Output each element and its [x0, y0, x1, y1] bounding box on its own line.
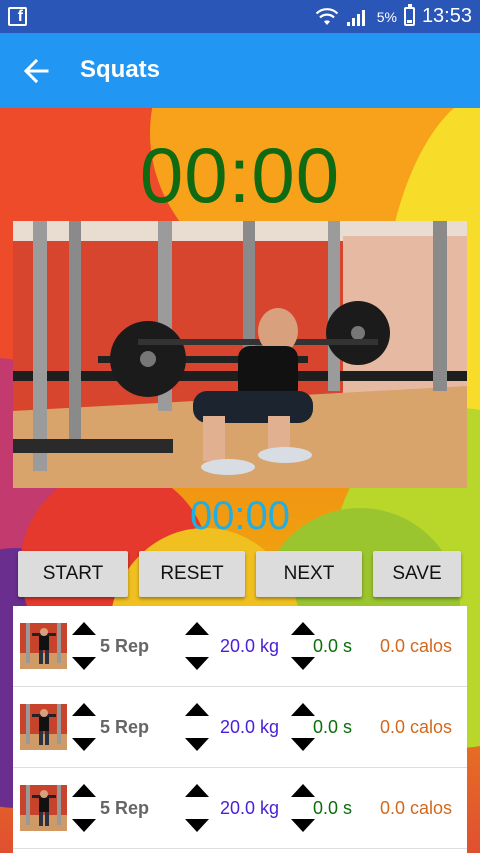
increase-reps-icon[interactable] [72, 622, 96, 635]
clock: 13:53 [421, 5, 472, 27]
decrease-reps-icon[interactable] [72, 657, 96, 670]
reset-button[interactable]: RESET [139, 551, 245, 597]
reps-value: 5 Rep [100, 636, 150, 656]
calories-value: 0.0 calos [380, 798, 453, 818]
page-title: Squats [80, 56, 161, 83]
decrease-duration-icon[interactable] [291, 738, 315, 751]
increase-duration-icon[interactable] [291, 703, 315, 716]
increase-weight-icon[interactable] [185, 622, 209, 635]
increase-duration-icon[interactable] [291, 622, 315, 635]
duration-value: 0.0 s [313, 717, 353, 737]
main-timer: 00:00 [139, 131, 341, 219]
weight-value: 20.0 kg [220, 636, 280, 656]
reps-value: 5 Rep [100, 798, 150, 818]
status-indicators: 5% 13:53 [315, 0, 472, 33]
weight-stepper[interactable] [185, 703, 209, 751]
duration-value: 0.0 s [313, 798, 353, 818]
battery-percent: 5% [376, 8, 397, 25]
status-bar: f 5% 13:53 [0, 0, 480, 33]
save-button[interactable]: SAVE [373, 551, 461, 597]
decrease-duration-icon[interactable] [291, 657, 315, 670]
list-item: 5 Rep 20.0 kg 0.0 s 0.0 calos [13, 768, 467, 849]
decrease-duration-icon[interactable] [291, 819, 315, 832]
weight-value: 20.0 kg [220, 798, 280, 818]
list-item: 5 Rep 20.0 kg 0.0 s 0.0 calos [13, 687, 467, 768]
reps-stepper[interactable] [72, 784, 96, 832]
wifi-icon [315, 7, 338, 25]
app-bar: Squats [0, 33, 480, 108]
weight-stepper[interactable] [185, 622, 209, 670]
signal-icon [346, 9, 365, 26]
calories-value: 0.0 calos [380, 636, 453, 656]
exercise-thumbnail [20, 623, 67, 669]
back-button[interactable] [18, 55, 54, 87]
exercise-image [13, 221, 467, 488]
next-button[interactable]: NEXT [256, 551, 362, 597]
increase-reps-icon[interactable] [72, 784, 96, 797]
weight-stepper[interactable] [185, 784, 209, 832]
reps-stepper[interactable] [72, 622, 96, 670]
sets-list: 5 Rep 20.0 kg 0.0 s 0.0 calos 5 Rep 20.0… [13, 606, 467, 853]
duration-stepper[interactable] [291, 703, 315, 751]
reps-value: 5 Rep [100, 717, 150, 737]
calories-value: 0.0 calos [380, 717, 453, 737]
increase-weight-icon[interactable] [185, 703, 209, 716]
weight-value: 20.0 kg [220, 717, 280, 737]
exercise-thumbnail [20, 704, 67, 750]
facebook-icon: f [8, 7, 27, 26]
exercise-thumbnail [20, 785, 67, 831]
increase-duration-icon[interactable] [291, 784, 315, 797]
decrease-reps-icon[interactable] [72, 738, 96, 751]
duration-stepper[interactable] [291, 622, 315, 670]
decrease-weight-icon[interactable] [185, 657, 209, 670]
duration-value: 0.0 s [313, 636, 353, 656]
decrease-weight-icon[interactable] [185, 738, 209, 751]
start-button[interactable]: START [18, 551, 128, 597]
reps-stepper[interactable] [72, 703, 96, 751]
arrow-left-icon [23, 58, 49, 84]
list-item: 5 Rep 20.0 kg 0.0 s 0.0 calos [13, 606, 467, 687]
decrease-weight-icon[interactable] [185, 819, 209, 832]
rest-timer: 00:00 [189, 494, 291, 538]
increase-reps-icon[interactable] [72, 703, 96, 716]
battery-icon [403, 4, 415, 26]
decrease-reps-icon[interactable] [72, 819, 96, 832]
increase-weight-icon[interactable] [185, 784, 209, 797]
duration-stepper[interactable] [291, 784, 315, 832]
